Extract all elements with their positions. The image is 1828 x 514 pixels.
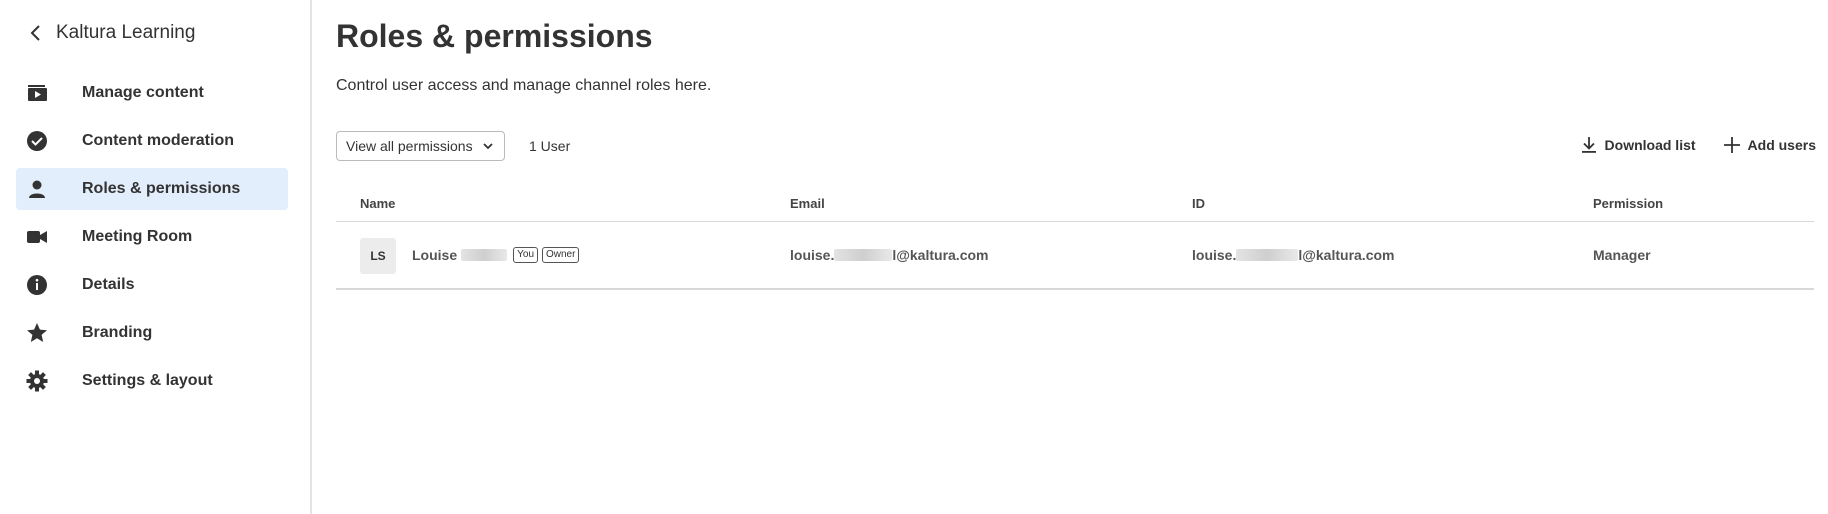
download-list-label: Download list bbox=[1604, 137, 1696, 153]
sidebar-item-details[interactable]: Details bbox=[16, 264, 288, 306]
column-header-permission[interactable]: Permission bbox=[1593, 196, 1663, 211]
sidebar: Kaltura Learning Manage content Content … bbox=[0, 0, 312, 514]
sidebar-nav: Manage content Content moderation Roles … bbox=[16, 72, 288, 408]
user-name-cell: Louise You Owner bbox=[412, 247, 580, 263]
permissions-filter-dropdown[interactable]: View all permissions bbox=[336, 131, 505, 161]
user-email: louise. l@kaltura.com bbox=[790, 247, 989, 263]
users-table: Name Email ID Permission LS Louise You O… bbox=[336, 188, 1814, 290]
avatar: LS bbox=[360, 238, 396, 274]
play-icon bbox=[26, 82, 48, 104]
back-button[interactable]: Kaltura Learning bbox=[26, 20, 195, 46]
table-header: Name Email ID Permission bbox=[336, 188, 1814, 222]
check-circle-icon bbox=[26, 130, 48, 152]
column-header-name[interactable]: Name bbox=[360, 196, 395, 211]
page-subtitle: Control user access and manage channel r… bbox=[336, 77, 712, 94]
sidebar-title: Kaltura Learning bbox=[56, 22, 196, 43]
you-badge: You bbox=[513, 247, 538, 263]
user-id: louise. l@kaltura.com bbox=[1192, 247, 1395, 263]
redacted-text bbox=[834, 249, 893, 261]
person-icon bbox=[26, 178, 48, 200]
sidebar-item-label: Branding bbox=[82, 324, 153, 341]
email-suffix: l@kaltura.com bbox=[892, 247, 989, 263]
column-header-email[interactable]: Email bbox=[790, 196, 825, 211]
sidebar-item-label: Details bbox=[82, 276, 135, 293]
chevron-left-icon bbox=[30, 25, 40, 41]
sidebar-item-manage-content[interactable]: Manage content bbox=[16, 72, 288, 114]
table-row[interactable]: LS Louise You Owner louise. l@kaltura.co… bbox=[336, 222, 1814, 290]
id-prefix: louise. bbox=[1192, 247, 1237, 263]
email-prefix: louise. bbox=[790, 247, 835, 263]
sidebar-item-roles-permissions[interactable]: Roles & permissions bbox=[16, 168, 288, 210]
user-count: 1 User bbox=[529, 138, 571, 154]
id-suffix: l@kaltura.com bbox=[1298, 247, 1395, 263]
user-name: Louise bbox=[412, 247, 458, 263]
star-icon bbox=[26, 322, 48, 344]
sidebar-item-branding[interactable]: Branding bbox=[16, 312, 288, 354]
sidebar-item-label: Meeting Room bbox=[82, 228, 193, 245]
download-list-button[interactable]: Download list bbox=[1579, 135, 1696, 155]
video-camera-icon bbox=[26, 226, 48, 248]
column-header-id[interactable]: ID bbox=[1192, 196, 1205, 211]
sidebar-item-content-moderation[interactable]: Content moderation bbox=[16, 120, 288, 162]
toolbar-actions: Download list Add users bbox=[1553, 135, 1816, 155]
info-icon bbox=[26, 274, 48, 296]
sidebar-item-label: Manage content bbox=[82, 84, 204, 101]
page-title: Roles & permissions bbox=[336, 18, 653, 54]
redacted-text bbox=[461, 249, 508, 261]
sidebar-item-label: Content moderation bbox=[82, 132, 234, 149]
app-root: Kaltura Learning Manage content Content … bbox=[0, 0, 1828, 514]
plus-icon bbox=[1723, 137, 1740, 153]
gear-icon bbox=[26, 370, 48, 392]
owner-badge: Owner bbox=[542, 247, 580, 263]
sidebar-item-meeting-room[interactable]: Meeting Room bbox=[16, 216, 288, 258]
sidebar-item-label: Settings & layout bbox=[82, 372, 213, 389]
download-icon bbox=[1581, 137, 1596, 153]
sidebar-item-settings-layout[interactable]: Settings & layout bbox=[16, 360, 288, 402]
sidebar-item-label: Roles & permissions bbox=[82, 180, 241, 197]
add-users-button[interactable]: Add users bbox=[1722, 135, 1816, 155]
redacted-text bbox=[1236, 249, 1299, 261]
user-permission[interactable]: Manager bbox=[1593, 247, 1651, 263]
chevron-down-icon bbox=[483, 143, 493, 150]
add-users-label: Add users bbox=[1747, 137, 1816, 153]
permissions-filter-value: View all permissions bbox=[346, 138, 473, 154]
main-content: Roles & permissions Control user access … bbox=[312, 0, 1828, 514]
